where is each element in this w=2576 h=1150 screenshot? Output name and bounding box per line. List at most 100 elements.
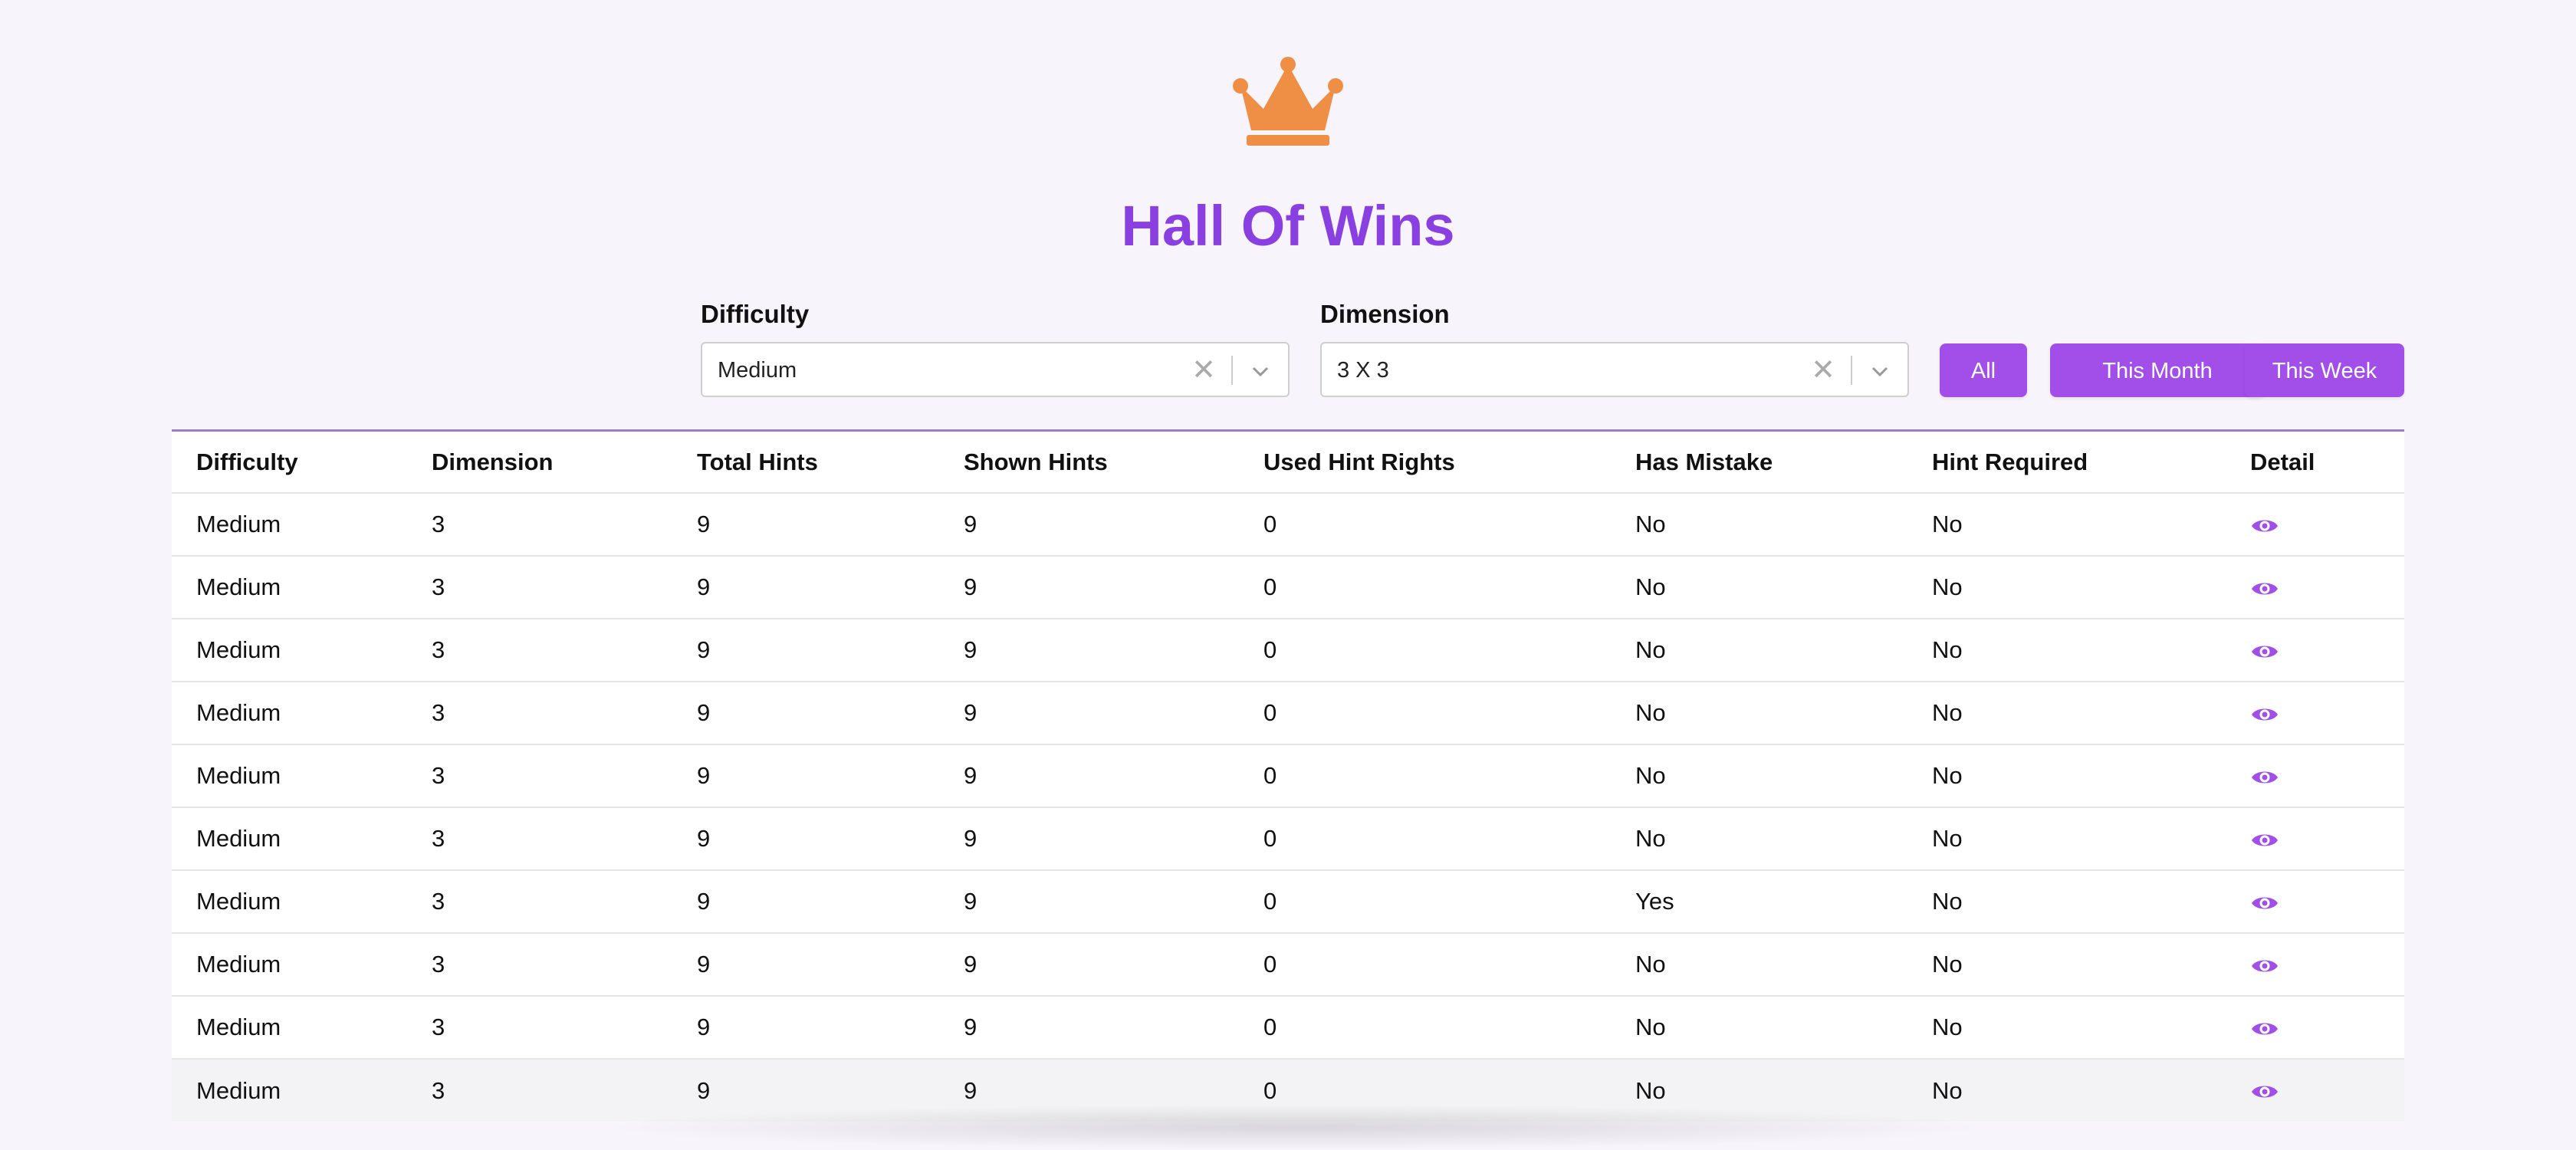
column-header: Total Hints (697, 448, 818, 475)
table-cell: No (1635, 1076, 1666, 1104)
table-cell: No (1635, 825, 1666, 852)
table-cell: Medium (196, 888, 281, 915)
column-header: Dimension (432, 448, 554, 475)
table-cell: No (1932, 825, 1963, 852)
table-cell: Medium (196, 1076, 281, 1104)
table-cell: 9 (964, 511, 978, 537)
table-cell: 0 (1263, 951, 1277, 978)
dimension-label: Dimension (1320, 300, 1450, 328)
table-cell: 3 (432, 825, 445, 852)
eye-icon[interactable] (2250, 517, 2279, 535)
table-cell: Yes (1635, 888, 1674, 915)
table-header-row: Difficulty Dimension Total Hints Shown Hint… (172, 432, 2404, 493)
table-cell: 0 (1263, 1076, 1277, 1104)
table-cell: 0 (1263, 699, 1277, 726)
table-cell: 9 (697, 1076, 711, 1104)
table-row: Medium 3 9 9 0 No No (172, 807, 2404, 870)
table-row: Medium 3 9 9 0 No No (172, 996, 2404, 1059)
table-cell: 9 (964, 1014, 978, 1040)
table-cell: 0 (1263, 762, 1277, 789)
detail-cell (2226, 807, 2404, 870)
eye-icon[interactable] (2250, 894, 2279, 912)
table-cell: 0 (1263, 573, 1277, 600)
chevron-down-icon[interactable] (1250, 360, 1271, 382)
eye-icon[interactable] (2250, 1020, 2279, 1038)
table-cell: No (1932, 951, 1963, 978)
table-cell: 3 (432, 1076, 445, 1104)
table-cell: No (1932, 762, 1963, 789)
table-cell: No (1635, 511, 1666, 537)
all-button[interactable]: All (1940, 343, 2027, 397)
eye-icon[interactable] (2250, 957, 2279, 975)
wins-table-container: Difficulty Dimension Total Hints Shown Hint… (172, 429, 2404, 1122)
eye-icon[interactable] (2250, 831, 2279, 849)
table-cell: No (1635, 951, 1666, 978)
difficulty-select[interactable]: Medium ✕ (701, 342, 1290, 397)
eye-icon[interactable] (2250, 1083, 2279, 1101)
clear-icon[interactable]: ✕ (1191, 343, 1216, 397)
table-cell: 9 (964, 825, 978, 852)
table-body: Medium 3 9 9 0 No No Medium 3 9 9 0 No No Medium 3 9 9 0 No… (172, 493, 2404, 1122)
chevron-down-icon[interactable] (1869, 360, 1891, 382)
select-separator (1231, 356, 1233, 385)
table-cell: 9 (697, 825, 711, 852)
table-cell: 9 (697, 888, 711, 915)
eye-icon[interactable] (2250, 768, 2279, 787)
this-week-button[interactable]: This Week (2245, 343, 2404, 397)
table-cell: 3 (432, 573, 445, 600)
table-row: Medium 3 9 9 0 No No (172, 493, 2404, 556)
this-month-button[interactable]: This Month (2050, 343, 2265, 397)
column-header: Difficulty (196, 448, 298, 475)
table-cell: No (1635, 762, 1666, 789)
select-separator (1851, 356, 1852, 385)
table-cell: Medium (196, 573, 281, 600)
table-cell: 3 (432, 951, 445, 978)
table-cell: 9 (964, 951, 978, 978)
table-cell: 3 (432, 762, 445, 789)
eye-icon[interactable] (2250, 642, 2279, 661)
eye-icon[interactable] (2250, 580, 2279, 598)
difficulty-label: Difficulty (701, 300, 810, 328)
table-cell: 0 (1263, 888, 1277, 915)
table-cell: Medium (196, 825, 281, 852)
wins-table: Difficulty Dimension Total Hints Shown Hint… (172, 432, 2404, 1122)
dimension-select[interactable]: 3 X 3 ✕ (1320, 342, 1909, 397)
table-cell: 9 (964, 888, 978, 915)
table-cell: No (1932, 1076, 1963, 1104)
table-row: Medium 3 9 9 0 No No (172, 682, 2404, 744)
table-cell: 9 (964, 636, 978, 663)
table-row: Medium 3 9 9 0 No No (172, 556, 2404, 619)
detail-cell (2226, 682, 2404, 744)
difficulty-filter: Difficulty Medium ✕ (701, 299, 1290, 397)
table-cell: 9 (697, 951, 711, 978)
table-cell: No (1932, 573, 1963, 600)
table-cell: 9 (697, 636, 711, 663)
difficulty-select-value: Medium (718, 358, 797, 383)
table-cell: 3 (432, 636, 445, 663)
column-header: Used Hint Rights (1263, 448, 1455, 475)
detail-cell (2226, 1059, 2404, 1122)
table-cell: 9 (697, 1014, 711, 1040)
eye-icon[interactable] (2250, 705, 2279, 724)
table-cell: 0 (1263, 1014, 1277, 1040)
table-cell: 9 (697, 699, 711, 726)
table-cell: 3 (432, 699, 445, 726)
table-cell: Medium (196, 762, 281, 789)
table-cell: 9 (964, 762, 978, 789)
table-cell: Medium (196, 1014, 281, 1040)
table-row: Medium 3 9 9 0 No No (172, 619, 2404, 682)
table-cell: No (1635, 573, 1666, 600)
table-cell: 9 (964, 699, 978, 726)
detail-cell (2226, 870, 2404, 933)
clear-icon[interactable]: ✕ (1811, 343, 1835, 397)
detail-cell (2226, 996, 2404, 1059)
column-header: Has Mistake (1635, 448, 1773, 475)
crown-icon (1233, 57, 1343, 146)
page-title: Hall Of Wins (1121, 194, 1455, 258)
table-cell: Medium (196, 699, 281, 726)
table-cell: No (1932, 888, 1963, 915)
table-cell: No (1932, 1014, 1963, 1040)
detail-cell (2226, 493, 2404, 556)
table-cell: No (1932, 699, 1963, 726)
column-header: Hint Required (1932, 448, 2088, 475)
